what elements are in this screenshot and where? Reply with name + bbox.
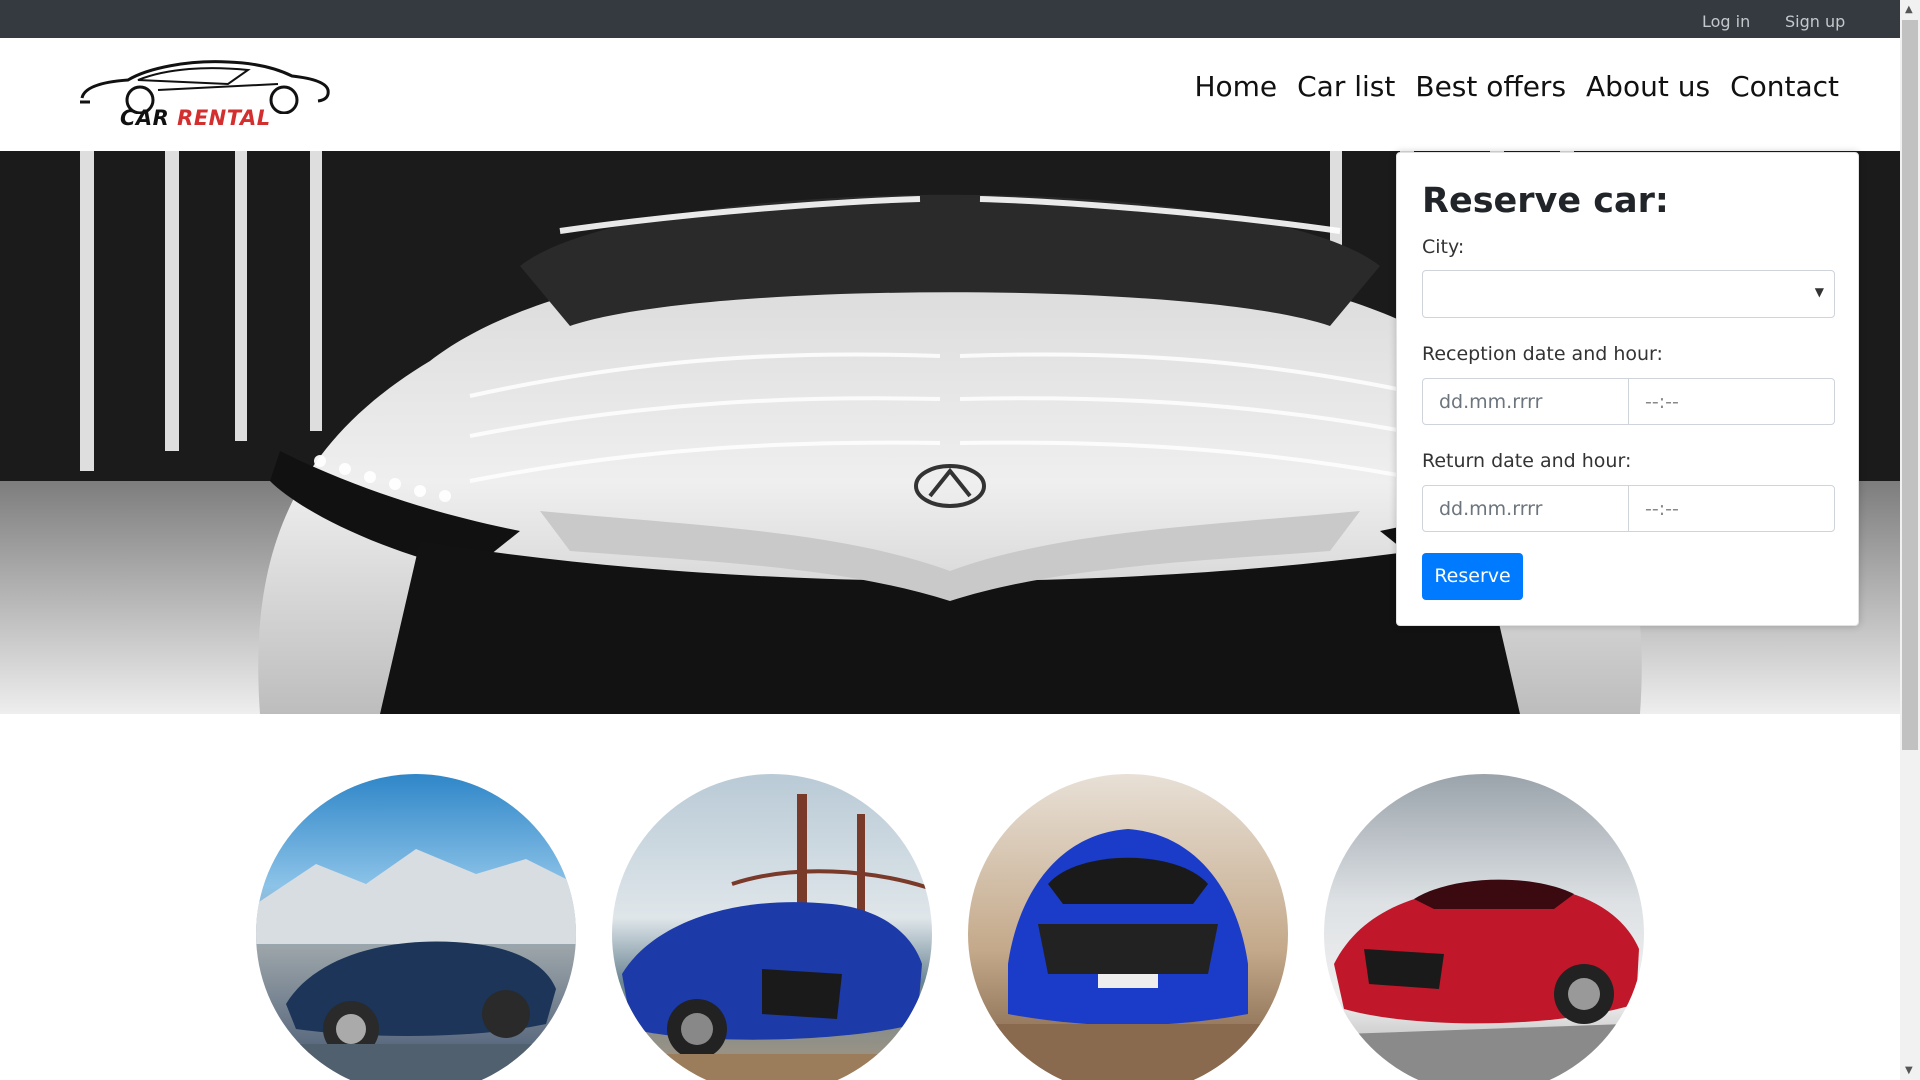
car-rental-logo[interactable]: CAR RENTAL xyxy=(78,54,332,144)
scroll-thumb[interactable] xyxy=(1902,20,1918,750)
login-link[interactable]: Log in xyxy=(1702,12,1750,31)
car-image-1 xyxy=(256,849,576,1080)
car-thumbnail-3[interactable] xyxy=(968,774,1288,1080)
nav-contact[interactable]: Contact xyxy=(1720,70,1849,103)
nav-home[interactable]: Home xyxy=(1184,70,1287,103)
main-nav: Home Car list Best offers About us Conta… xyxy=(1184,70,1849,103)
main-navbar: CAR RENTAL Home Car list Best offers Abo… xyxy=(0,38,1900,151)
top-bar: Log in Sign up xyxy=(0,0,1900,38)
reception-date-input[interactable]: dd.mm.rrrr xyxy=(1423,379,1629,424)
nav-about-us[interactable]: About us xyxy=(1576,70,1720,103)
return-time-input[interactable]: --:-- xyxy=(1629,486,1834,531)
city-select[interactable]: ▼ xyxy=(1422,270,1835,318)
car-thumbnail-1[interactable] xyxy=(256,774,576,1080)
signup-link[interactable]: Sign up xyxy=(1785,12,1845,31)
reserve-button[interactable]: Reserve xyxy=(1422,553,1523,600)
car-silhouette-icon xyxy=(80,60,330,115)
return-date-input[interactable]: dd.mm.rrrr xyxy=(1423,486,1629,531)
page-scrollbar[interactable]: ▲ ▼ xyxy=(1900,0,1920,1080)
nav-best-offers[interactable]: Best offers xyxy=(1405,70,1576,103)
reserve-card: Reserve car: City: ▼ Reception date and … xyxy=(1396,152,1859,626)
logo-word-car: CAR xyxy=(120,106,170,130)
car-thumbnail-2[interactable] xyxy=(612,774,932,1080)
nav-car-list[interactable]: Car list xyxy=(1287,70,1405,103)
car-image-2 xyxy=(612,794,932,1080)
return-label: Return date and hour: xyxy=(1422,450,1632,472)
return-inputs: dd.mm.rrrr --:-- xyxy=(1422,485,1835,532)
car-image-3 xyxy=(988,829,1268,1080)
chevron-down-icon: ▼ xyxy=(1814,285,1824,299)
scroll-down-icon[interactable]: ▼ xyxy=(1905,1065,1913,1076)
logo-word-rental: RENTAL xyxy=(177,106,271,130)
car-thumbnail-4[interactable] xyxy=(1324,774,1644,1080)
reception-inputs: dd.mm.rrrr --:-- xyxy=(1422,378,1835,425)
reserve-title: Reserve car: xyxy=(1422,181,1669,221)
city-label: City: xyxy=(1422,236,1465,258)
logo-text: CAR RENTAL xyxy=(120,106,271,130)
reception-label: Reception date and hour: xyxy=(1422,343,1663,365)
scroll-up-icon[interactable]: ▲ xyxy=(1905,4,1913,15)
car-image-4 xyxy=(1328,879,1640,1080)
reception-time-input[interactable]: --:-- xyxy=(1629,379,1834,424)
